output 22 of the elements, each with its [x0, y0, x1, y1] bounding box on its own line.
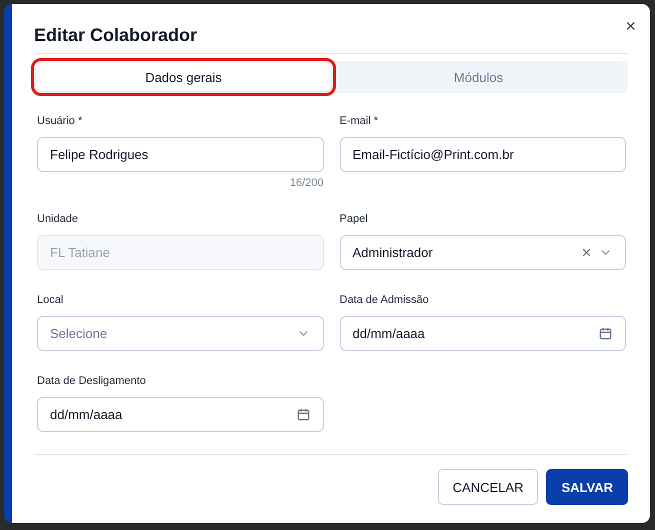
tab[interactable]: Dados gerais [36, 63, 331, 91]
field-label: Unidade [37, 212, 79, 226]
calendar-icon [296, 407, 310, 422]
field-label: E-mail * [340, 114, 380, 128]
date-field[interactable]: dd/mm/aaaa [340, 316, 626, 351]
calendar-icon [598, 326, 613, 341]
tab[interactable]: Módulos [331, 63, 626, 91]
character-counter: 16/200 [288, 177, 324, 189]
dialog-title: Editar Colaborador [34, 24, 198, 46]
cancel-button[interactable]: CANCELAR [438, 469, 538, 505]
input-field[interactable]: Email-Fictício@Print.com.br [340, 137, 626, 172]
field-label: Papel [340, 212, 369, 226]
date-field[interactable]: dd/mm/aaaa [37, 397, 324, 432]
field-label: Usuário * [37, 114, 84, 128]
select-field[interactable]: Selecione [37, 316, 324, 351]
save-button[interactable]: SALVAR [546, 469, 628, 505]
field-label: Data de Admissão [340, 293, 430, 307]
close-button[interactable]: × [625, 17, 636, 35]
field-label: Local [37, 293, 64, 307]
input-field[interactable]: Felipe Rodrigues [37, 137, 324, 172]
field-label: Data de Desligamento [37, 374, 147, 388]
select-field[interactable]: Administrador [340, 235, 626, 270]
